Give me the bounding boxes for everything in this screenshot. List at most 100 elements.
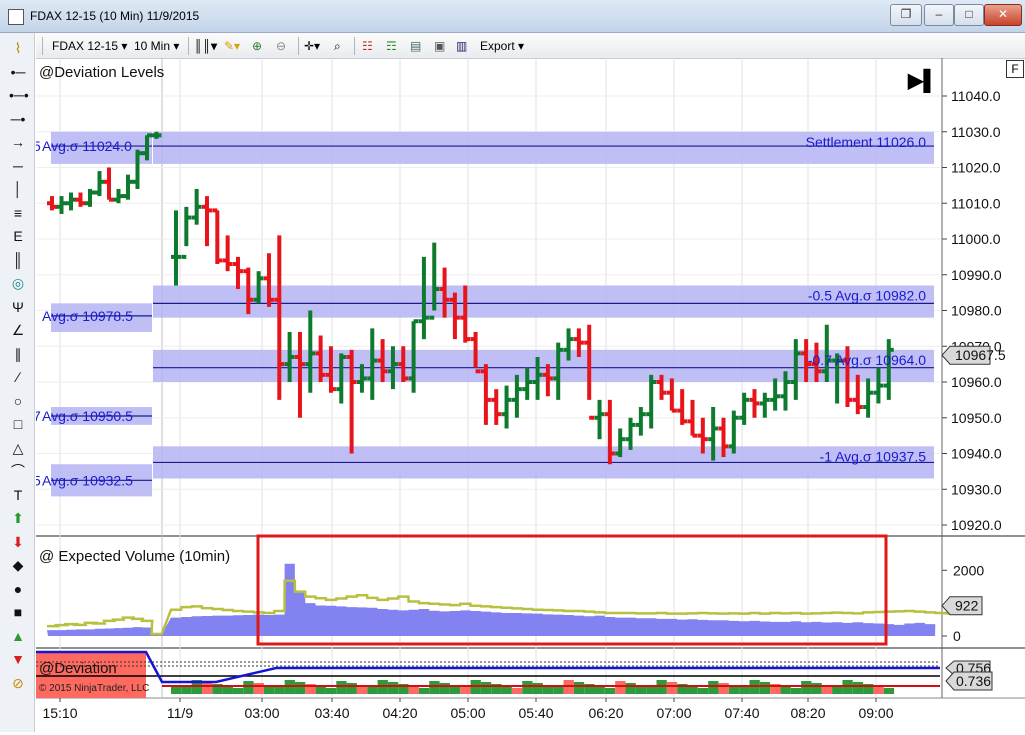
instrument-label: FDAX 12-15 (52, 39, 119, 53)
zoom-out-icon[interactable]: ⊖ (276, 37, 286, 55)
vertical-line-icon[interactable]: │ (9, 180, 27, 198)
toolbar-separator (188, 37, 189, 55)
deviation-level-label: Avg.σ 10932.5 (42, 472, 133, 488)
deviation-histogram-bar (594, 686, 605, 694)
current-price-label: 10967.5 (955, 347, 1006, 363)
arrow-line-icon[interactable]: → (9, 133, 27, 151)
arrow-up-icon[interactable]: ⬆ (9, 509, 27, 527)
rectangle-icon[interactable]: □ (9, 415, 27, 433)
deviation-histogram-bar (181, 687, 192, 694)
zoom-in-icon[interactable]: ⊕ (252, 37, 262, 55)
price-axis-label: 11000.0 (951, 231, 1001, 247)
interval-selector[interactable]: 10 Min ▾ (134, 37, 179, 55)
price-axis-label: 10940.0 (951, 446, 1002, 462)
time-axis-label: 15:10 (42, 705, 77, 721)
f-button[interactable]: F (1006, 60, 1024, 78)
restore-button[interactable]: ❐ (890, 4, 922, 26)
line-icon[interactable]: ─• (9, 110, 27, 128)
close-button[interactable]: ✕ (984, 4, 1022, 26)
arrow-down-icon[interactable]: ⬇ (9, 533, 27, 551)
triangle-up-icon[interactable]: ▲ (9, 627, 27, 645)
deviation-histogram-bar (615, 681, 626, 694)
price-axis-label: 11020.0 (951, 160, 1001, 176)
deviation-histogram-bar (387, 682, 399, 694)
deviation-histogram-bar (501, 686, 512, 694)
deviation-histogram-bar (790, 688, 802, 694)
pencil-icon[interactable]: ✎▾ (224, 37, 240, 55)
crosshair-icon[interactable]: ✛▾ (304, 37, 320, 55)
export-menu[interactable]: Export ▾ (480, 37, 524, 55)
eraser-icon[interactable]: ⊘ (9, 674, 27, 692)
deviation-histogram-bar (336, 681, 347, 694)
interval-label: 10 Min (134, 39, 171, 53)
volume-axis-label: 0 (953, 628, 961, 644)
deviation-panel-title: @Deviation (39, 660, 117, 677)
triangle-down-icon[interactable]: ▼ (9, 650, 27, 668)
deviation-histogram-bar (408, 686, 419, 694)
square-icon[interactable]: ■ (9, 603, 27, 621)
diamond-icon[interactable]: ◆ (9, 556, 27, 574)
deviation-line (36, 650, 940, 684)
deviation-current-label: 0.736 (956, 673, 991, 689)
toolbar-separator (298, 37, 299, 55)
deviation-histogram-bar (697, 688, 709, 694)
deviation-histogram-bar (666, 682, 678, 694)
gann-fan-icon[interactable]: ∠ (9, 321, 27, 339)
triangle-icon[interactable]: △ (9, 439, 27, 457)
deviation-level-label: -0.5 Avg.σ 10982.0 (808, 287, 926, 303)
deviation-histogram-bar (625, 683, 636, 694)
export-label: Export (480, 39, 515, 53)
deviation-histogram-bar (883, 688, 895, 694)
trend-channel-icon[interactable]: ∕ (9, 368, 27, 386)
jump-to-end-icon[interactable]: ▶▌ (908, 68, 938, 93)
ruler-icon[interactable]: ⌇ (9, 39, 27, 57)
text-icon[interactable]: T (9, 486, 27, 504)
chevron-down-icon: ▾ (121, 39, 128, 53)
price-axis-label: 10990.0 (951, 267, 1002, 283)
dot-line-icon[interactable]: •─ (9, 63, 27, 81)
chart-properties-icon[interactable]: ▤ (410, 37, 421, 55)
deviation-histogram-bar (222, 686, 233, 694)
maximize-button[interactable]: □ (954, 4, 984, 26)
deviation-level-label: Settlement 11026.0 (806, 134, 927, 150)
chevron-down-icon: ▾ (173, 39, 180, 53)
deviation-histogram-bar (718, 683, 729, 694)
deviation-histogram-bar (367, 687, 378, 694)
extended-line-icon[interactable]: •─• (9, 86, 29, 104)
fibonacci-icon[interactable]: ≡ (9, 204, 27, 222)
time-axis-label: 09:00 (858, 705, 893, 721)
strategy-icon[interactable]: ☷ (362, 37, 373, 55)
horizontal-line-icon[interactable]: ─ (9, 157, 27, 175)
ellipse-icon[interactable]: ○ (9, 392, 27, 410)
deviation-histogram-bar (201, 682, 213, 694)
deviation-histogram-bar (573, 682, 585, 694)
price-axis-label: 10960.0 (951, 374, 1002, 390)
fib-time-icon[interactable]: ║ (9, 251, 27, 269)
data-box-icon[interactable]: ▣ (434, 37, 445, 55)
toolbar-separator (354, 37, 355, 55)
fib-circle-icon[interactable]: ◎ (9, 274, 27, 292)
deviation-level-label: -1 Avg.σ 10937.5 (820, 448, 927, 464)
deviation-histogram-bar (418, 688, 430, 694)
deviation-histogram-bar (253, 683, 264, 694)
price-axis-label: 10930.0 (951, 481, 1002, 497)
chart-canvas[interactable]: 15:10 11/9 03:00 03:40 04:20 05:00 05:40 06:20 0… (33, 58, 1025, 732)
time-axis-label: 05:00 (450, 705, 485, 721)
zoom-icon[interactable]: ⌕ (334, 37, 341, 55)
indicators-icon[interactable]: ☶ (386, 37, 397, 55)
instrument-selector[interactable]: FDAX 12-15 ▾ (52, 37, 127, 55)
time-axis-label: 11/9 (167, 705, 193, 721)
regression-channel-icon[interactable]: ∥ (9, 345, 27, 363)
template-icon[interactable]: ▥ (456, 37, 467, 55)
drawing-toolbar: ⌇ •─ •─• ─• → ─ │ ≡ E ║ ◎ Ψ ∠ ∥ ∕ ○ □ △ ⌒ T ⬆ ⬇ ◆ ● ■ ▲ ▼ ⊘ (0, 33, 35, 732)
andrews-pitchfork-icon[interactable]: Ψ (9, 298, 27, 316)
fib-extension-icon[interactable]: E (9, 227, 27, 245)
toolbar-separator (42, 37, 43, 55)
minimize-button[interactable]: – (924, 4, 954, 26)
arc-icon[interactable]: ⌒ (9, 462, 27, 480)
bar-style-icon[interactable]: ║║▾ (194, 37, 217, 55)
deviation-level-label: Avg.σ 10950.5 (42, 408, 133, 424)
price-axis-label: 10920.0 (951, 517, 1002, 533)
deviation-histogram-bar (294, 682, 306, 694)
dot-icon[interactable]: ● (9, 580, 27, 598)
